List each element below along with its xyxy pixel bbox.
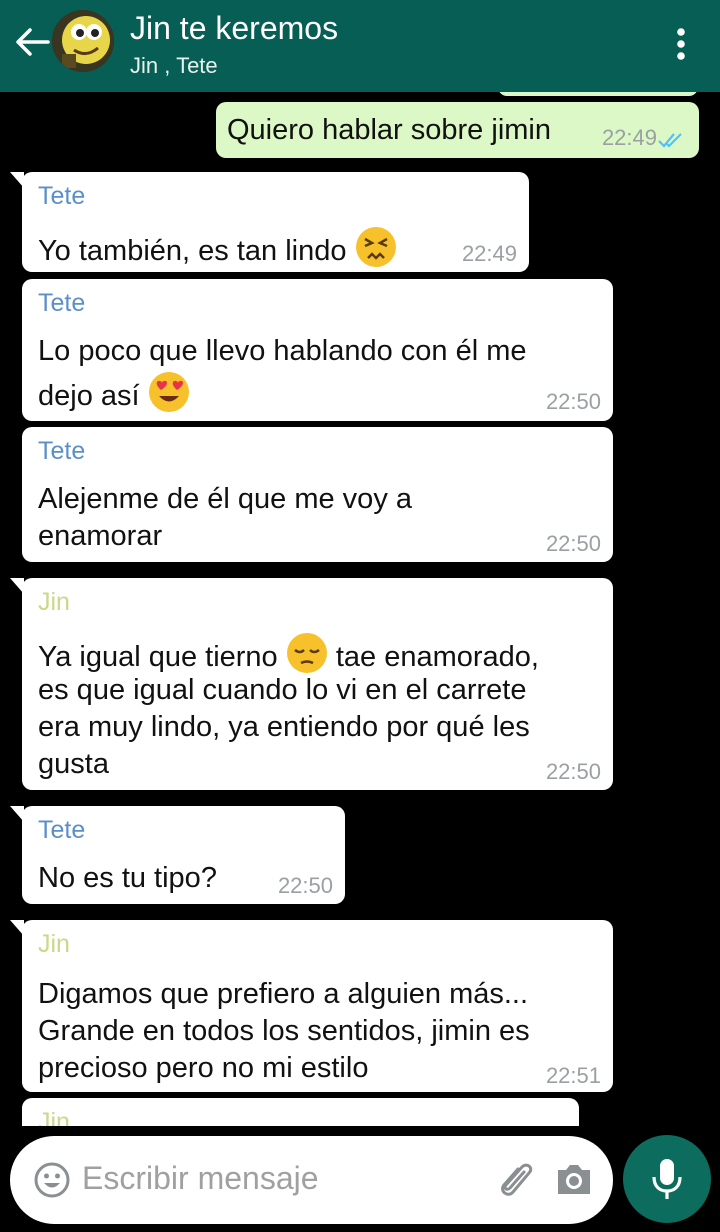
message-bubble-incoming[interactable]: Tete Alejenme de él que me voy a enamora… (22, 427, 613, 562)
sender-name[interactable]: Tete (38, 287, 85, 319)
message-text-part: Yo también, es tan lindo (38, 235, 347, 267)
more-vertical-icon[interactable] (670, 24, 692, 64)
sender-name[interactable]: Tete (38, 814, 85, 846)
message-bubble-incoming[interactable]: Tete Lo poco que llevo hablando con él m… (22, 279, 613, 421)
message-text: Ya igual que tierno tae enamorado, (38, 632, 539, 676)
message-text-line: gusta (38, 748, 109, 780)
message-time: 22:49 (601, 125, 657, 150)
message-bubble-incoming[interactable]: Jin (22, 1098, 579, 1126)
microphone-icon (652, 1159, 682, 1199)
message-time: 22:50 (277, 873, 333, 898)
message-bubble-incoming[interactable]: Tete Yo también, es tan lindo 22:49 (10, 172, 529, 272)
chat-title[interactable]: Jin te keremos (130, 10, 338, 47)
message-text: Yo también, es tan lindo (38, 226, 397, 270)
sender-name[interactable]: Jin (38, 928, 70, 960)
partial-outgoing-bubble (498, 92, 698, 96)
heart-eyes-emoji (148, 372, 189, 412)
message-text-line: Grande en todos los sentidos, jimin es (38, 1015, 530, 1047)
message-text: No es tu tipo? (38, 862, 217, 894)
message-list[interactable]: Quiero hablar sobre jimin 22:49 Tete Yo … (0, 92, 720, 1126)
message-text-line: precioso pero no mi estilo (38, 1052, 369, 1084)
message-text: dejo así (38, 371, 190, 415)
bubble-tail (10, 920, 24, 936)
message-composer[interactable]: Escribir mensaje (10, 1136, 613, 1224)
message-bubble-outgoing[interactable]: Quiero hablar sobre jimin 22:49 (216, 102, 699, 158)
message-time: 22:50 (545, 389, 601, 414)
camera-icon[interactable] (554, 1160, 594, 1200)
message-text-part: dejo así (38, 380, 140, 412)
message-time: 22:49 (461, 241, 517, 266)
message-time: 22:51 (545, 1063, 601, 1088)
message-text-line: es que igual cuando lo vi en el carrete (38, 674, 527, 706)
message-text-line: era muy lindo, ya entiendo por qué les (38, 711, 530, 743)
paperclip-icon[interactable] (496, 1158, 536, 1202)
sender-name[interactable]: Jin (38, 586, 70, 618)
pensive-face-emoji (286, 633, 327, 673)
message-text-line: Alejenme de él que me voy a (38, 483, 412, 515)
message-input[interactable]: Escribir mensaje (82, 1160, 319, 1197)
message-bubble-incoming[interactable]: Tete No es tu tipo? 22:50 (10, 806, 345, 904)
read-double-check-icon (658, 133, 682, 148)
message-bubble-incoming[interactable]: Jin Ya igual que tierno tae enamorado, e… (10, 578, 613, 790)
message-text-line: Digamos que prefiero a alguien más... (38, 978, 529, 1010)
bubble-tail (10, 578, 24, 594)
bubble-tail (10, 172, 24, 188)
sender-name[interactable]: Jin (38, 1106, 70, 1126)
persevering-face-emoji (355, 227, 396, 267)
group-avatar-image (52, 10, 114, 72)
emoji-icon[interactable] (34, 1162, 70, 1198)
message-text-part: Ya igual que tierno (38, 641, 278, 673)
chat-participants[interactable]: Jin , Tete (130, 53, 218, 79)
sender-name[interactable]: Tete (38, 435, 85, 467)
message-text-line: Lo poco que llevo hablando con él me (38, 335, 527, 367)
microphone-button[interactable] (623, 1135, 711, 1223)
chat-header: Jin te keremos Jin , Tete (0, 0, 720, 92)
message-bubble-incoming[interactable]: Jin Digamos que prefiero a alguien más..… (10, 920, 613, 1092)
message-time: 22:50 (545, 759, 601, 784)
back-arrow-icon[interactable] (12, 24, 52, 60)
sender-name[interactable]: Tete (38, 180, 85, 212)
message-text-part: tae enamorado, (335, 641, 539, 673)
message-text-line: enamorar (38, 520, 163, 552)
group-avatar[interactable] (52, 10, 114, 72)
message-text: Quiero hablar sobre jimin (227, 114, 551, 146)
bubble-tail (10, 806, 24, 822)
message-time: 22:50 (545, 531, 601, 556)
